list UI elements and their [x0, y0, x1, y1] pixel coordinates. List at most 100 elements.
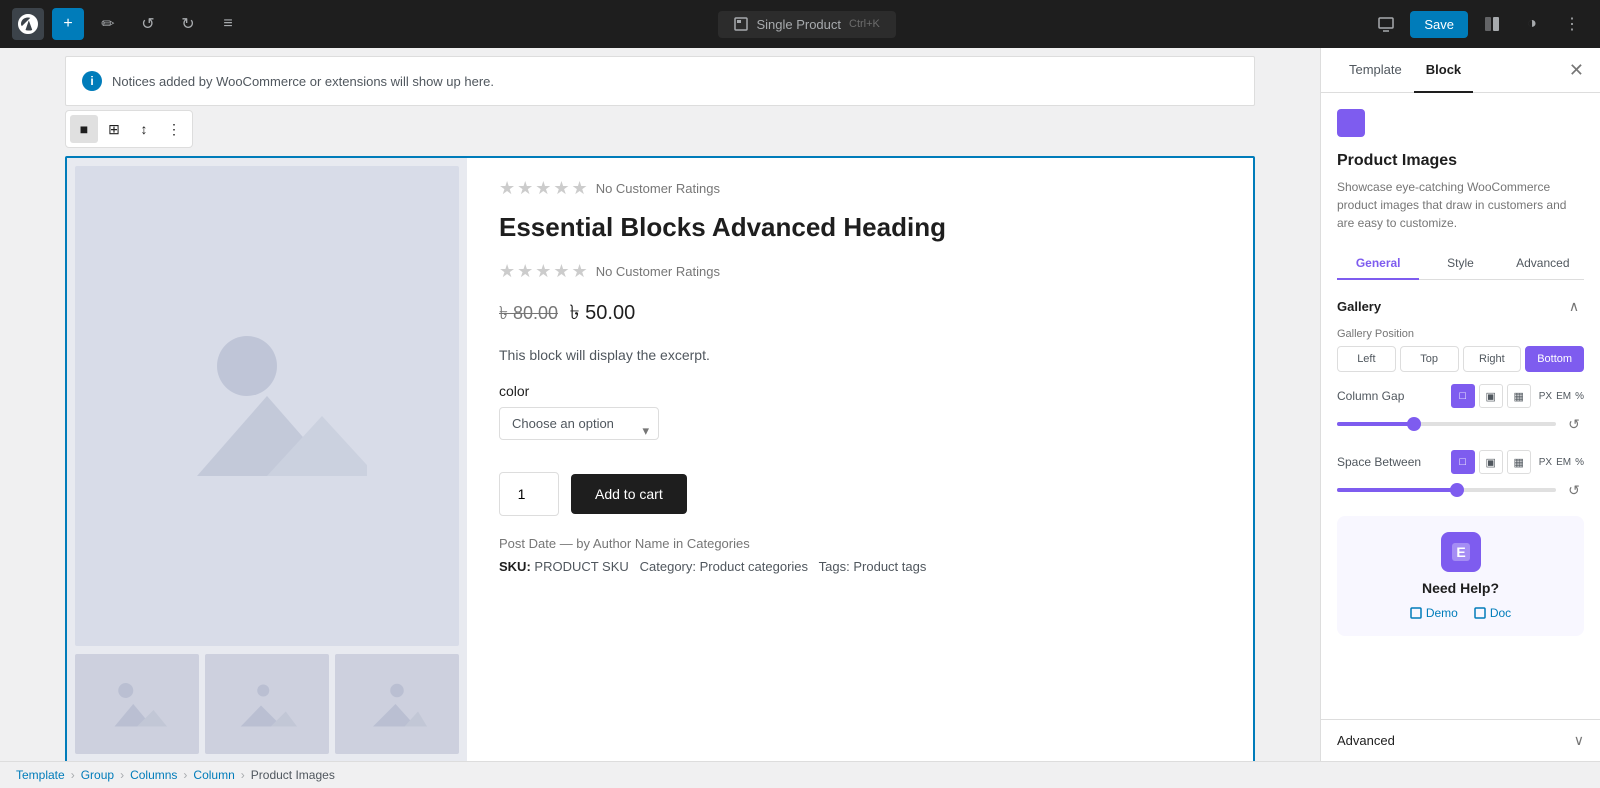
column-gap-unit-em: EM — [1556, 391, 1571, 402]
space-between-section: Space Between □ ▣ ▦ PX EM % ↺ — [1337, 450, 1584, 500]
space-between-icon2[interactable]: ▣ — [1479, 450, 1503, 474]
advanced-section[interactable]: Advanced ∨ — [1321, 719, 1600, 761]
position-right-button[interactable]: Right — [1463, 346, 1522, 372]
sku-label: SKU: — [499, 559, 531, 574]
color-mode-button[interactable]: ◑ — [1516, 8, 1548, 40]
space-between-unit-pct: % — [1575, 457, 1584, 468]
product-info: ★★★★★ No Customer Ratings Essential Bloc… — [499, 158, 1253, 761]
column-gap-icon2[interactable]: ▣ — [1479, 384, 1503, 408]
editor-area: i Notices added by WooCommerce or extens… — [0, 48, 1320, 761]
sub-tab-style[interactable]: Style — [1419, 248, 1501, 280]
column-gap-icon1[interactable]: □ — [1451, 384, 1475, 408]
position-top-button[interactable]: Top — [1400, 346, 1459, 372]
add-to-cart-row: Add to cart — [499, 472, 1233, 516]
rating-text-2: No Customer Ratings — [596, 264, 720, 279]
product-area: ★★★★★ No Customer Ratings Essential Bloc… — [65, 156, 1255, 761]
space-between-fill — [1337, 488, 1457, 492]
space-between-units: □ ▣ ▦ PX EM % — [1451, 450, 1584, 474]
category-label: Category: — [640, 559, 696, 574]
document-title-bar[interactable]: Single Product Ctrl+K — [718, 11, 895, 38]
save-button[interactable]: Save — [1410, 11, 1468, 38]
space-between-reset[interactable]: ↺ — [1564, 480, 1584, 500]
panel-close-button[interactable]: ✕ — [1569, 60, 1584, 81]
redo-button[interactable]: ↻ — [172, 8, 204, 40]
sub-tab-general[interactable]: General — [1337, 248, 1419, 280]
gallery-position-buttons: Left Top Right Bottom — [1337, 346, 1584, 372]
add-to-cart-button[interactable]: Add to cart — [571, 474, 687, 514]
block-grid-button[interactable]: ⊞ — [100, 115, 128, 143]
demo-link[interactable]: Demo — [1410, 606, 1458, 620]
column-gap-units: □ ▣ ▦ PX EM % — [1451, 384, 1584, 408]
position-left-button[interactable]: Left — [1337, 346, 1396, 372]
sub-tab-advanced[interactable]: Advanced — [1502, 248, 1584, 280]
tags-label: Tags: — [819, 559, 850, 574]
space-between-unit-px: PX — [1539, 457, 1552, 468]
column-gap-section: Column Gap □ ▣ ▦ PX EM % ↺ — [1337, 384, 1584, 434]
quantity-input[interactable] — [499, 472, 559, 516]
position-bottom-button[interactable]: Bottom — [1525, 346, 1584, 372]
space-between-thumb[interactable] — [1450, 483, 1464, 497]
menu-button[interactable]: ≡ — [212, 8, 244, 40]
panel-tabs: Template Block ✕ — [1321, 48, 1600, 93]
product-title: Essential Blocks Advanced Heading — [499, 211, 1233, 245]
gallery-position-label: Gallery Position — [1337, 328, 1584, 340]
block-tab[interactable]: Block — [1414, 48, 1473, 93]
breadcrumb-template[interactable]: Template — [16, 768, 65, 782]
stars-2: ★★★★★ — [499, 261, 590, 282]
sub-tabs: General Style Advanced — [1337, 248, 1584, 280]
gallery-section-toggle[interactable]: ∧ — [1564, 296, 1584, 316]
breadcrumb-group[interactable]: Group — [81, 768, 114, 782]
column-gap-thumb[interactable] — [1407, 417, 1421, 431]
column-gap-unit-px: PX — [1539, 391, 1552, 402]
doc-link[interactable]: Doc — [1474, 606, 1511, 620]
layout-toggle-button[interactable] — [1476, 8, 1508, 40]
column-gap-icon3[interactable]: ▦ — [1507, 384, 1531, 408]
space-between-icon3[interactable]: ▦ — [1507, 450, 1531, 474]
column-gap-slider-row: ↺ — [1337, 414, 1584, 434]
space-between-label: Space Between □ ▣ ▦ PX EM % — [1337, 450, 1584, 474]
column-gap-reset[interactable]: ↺ — [1564, 414, 1584, 434]
sku-value: PRODUCT SKU — [534, 559, 628, 574]
notice-icon: i — [82, 71, 102, 91]
template-tab[interactable]: Template — [1337, 48, 1414, 93]
block-type-button[interactable]: ■ — [70, 115, 98, 143]
block-toolbar-row: ■ ⊞ ↕ ⋮ — [65, 110, 1255, 148]
block-move-button[interactable]: ↕ — [130, 115, 158, 143]
rating-text-1: No Customer Ratings — [596, 181, 720, 196]
product-gallery — [67, 158, 467, 761]
right-panel: Template Block ✕ Product Images Showcase… — [1320, 48, 1600, 761]
variation-select[interactable]: Choose an option — [499, 407, 659, 440]
svg-text:E: E — [1456, 544, 1465, 560]
column-gap-track[interactable] — [1337, 422, 1556, 426]
more-options-button[interactable]: ⋮ — [1556, 8, 1588, 40]
main-product-image — [75, 166, 459, 646]
breadcrumb-product-images: Product Images — [251, 768, 335, 782]
breadcrumb-columns[interactable]: Columns — [130, 768, 177, 782]
need-help-icon: E — [1441, 532, 1481, 572]
breadcrumb-sep-2: › — [120, 768, 124, 782]
edit-button[interactable]: ✏ — [92, 8, 124, 40]
add-block-button[interactable]: + — [52, 8, 84, 40]
block-more-button[interactable]: ⋮ — [160, 115, 188, 143]
star-rating-2: ★★★★★ No Customer Ratings — [499, 261, 1233, 282]
gallery-section-header: Gallery ∧ — [1337, 296, 1584, 316]
block-description: Showcase eye-catching WooCommerce produc… — [1337, 178, 1584, 232]
gallery-section-title: Gallery — [1337, 299, 1381, 314]
breadcrumb-column[interactable]: Column — [193, 768, 234, 782]
post-meta: Post Date — by Author Name in Categories — [499, 536, 1233, 551]
breadcrumb-bar: Template › Group › Columns › Column › Pr… — [0, 761, 1600, 788]
woocommerce-notice: i Notices added by WooCommerce or extens… — [65, 56, 1255, 106]
gallery-section: Gallery ∧ Gallery Position Left Top Righ… — [1337, 296, 1584, 372]
space-between-icon1[interactable]: □ — [1451, 450, 1475, 474]
space-between-track[interactable] — [1337, 488, 1556, 492]
preview-button[interactable] — [1370, 8, 1402, 40]
space-between-unit-em: EM — [1556, 457, 1571, 468]
variation-select-wrapper[interactable]: Choose an option — [499, 407, 659, 456]
breadcrumb-sep-3: › — [183, 768, 187, 782]
undo-button[interactable]: ↺ — [132, 8, 164, 40]
column-gap-unit-pct: % — [1575, 391, 1584, 402]
thumbnail-2 — [205, 654, 329, 754]
main-area: i Notices added by WooCommerce or extens… — [0, 48, 1600, 761]
wordpress-logo[interactable] — [12, 8, 44, 40]
product-meta: SKU: PRODUCT SKU Category: Product categ… — [499, 559, 1233, 574]
